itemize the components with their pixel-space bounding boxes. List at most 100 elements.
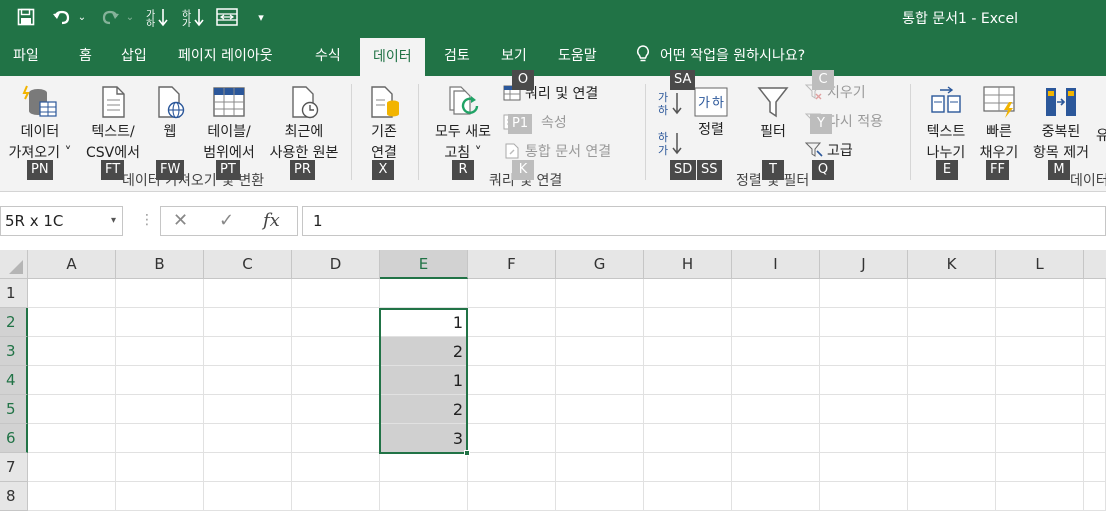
sort-ascending-icon[interactable]: 가하 bbox=[144, 4, 170, 30]
cell[interactable] bbox=[292, 424, 380, 453]
cell[interactable] bbox=[1084, 337, 1106, 366]
cell[interactable] bbox=[732, 453, 820, 482]
tab-insert[interactable]: 삽입 bbox=[121, 36, 147, 76]
cell[interactable] bbox=[556, 424, 644, 453]
cell[interactable] bbox=[820, 279, 908, 308]
cell[interactable] bbox=[204, 308, 292, 337]
cell[interactable] bbox=[468, 424, 556, 453]
cell[interactable] bbox=[644, 337, 732, 366]
sort-z-to-a-button[interactable]: 하가 bbox=[656, 130, 684, 163]
cell[interactable] bbox=[732, 308, 820, 337]
formula-bar-grip[interactable]: ⋮ bbox=[140, 212, 154, 228]
cell[interactable]: 2 bbox=[380, 337, 468, 366]
formula-input[interactable]: 1 bbox=[302, 206, 1106, 236]
cell[interactable] bbox=[644, 308, 732, 337]
tab-home[interactable]: 홈 bbox=[79, 36, 92, 76]
cell[interactable] bbox=[556, 308, 644, 337]
cell[interactable]: 1 bbox=[380, 308, 468, 337]
name-box-dropdown-icon[interactable]: ▾ bbox=[111, 207, 116, 235]
cell[interactable] bbox=[116, 279, 204, 308]
cell[interactable] bbox=[732, 337, 820, 366]
cell[interactable] bbox=[116, 453, 204, 482]
cell[interactable]: 1 bbox=[380, 366, 468, 395]
cell[interactable] bbox=[292, 279, 380, 308]
cell[interactable] bbox=[28, 337, 116, 366]
cell[interactable] bbox=[1084, 482, 1106, 511]
cell[interactable] bbox=[292, 308, 380, 337]
existing-connections-button[interactable]: 기존 연결 bbox=[358, 84, 410, 164]
cell[interactable] bbox=[908, 453, 996, 482]
cell[interactable] bbox=[116, 395, 204, 424]
cell[interactable] bbox=[1084, 366, 1106, 395]
qat-more-icon[interactable]: ▾ bbox=[254, 4, 268, 30]
cell[interactable] bbox=[1084, 308, 1106, 337]
cell[interactable] bbox=[732, 279, 820, 308]
cell[interactable]: 2 bbox=[380, 395, 468, 424]
cell[interactable] bbox=[556, 366, 644, 395]
select-all-corner[interactable] bbox=[0, 250, 28, 279]
refresh-all-button[interactable]: 모두 새로 고침 ˅ bbox=[426, 84, 500, 164]
cell[interactable] bbox=[380, 453, 468, 482]
cell[interactable] bbox=[820, 395, 908, 424]
row-header[interactable]: 1 bbox=[0, 279, 28, 308]
cell[interactable] bbox=[28, 279, 116, 308]
cell[interactable] bbox=[732, 424, 820, 453]
undo-dropdown-icon[interactable]: ⌄ bbox=[76, 4, 88, 30]
cell[interactable] bbox=[292, 366, 380, 395]
cell[interactable] bbox=[204, 395, 292, 424]
column-header-b[interactable]: B bbox=[116, 250, 204, 279]
from-web-button[interactable]: 웹 bbox=[150, 84, 190, 143]
advanced-filter-button[interactable]: 고급 bbox=[805, 139, 853, 161]
cell[interactable] bbox=[28, 482, 116, 511]
cell[interactable] bbox=[468, 308, 556, 337]
cell[interactable] bbox=[908, 308, 996, 337]
cell[interactable] bbox=[556, 453, 644, 482]
cell[interactable] bbox=[116, 337, 204, 366]
cell[interactable] bbox=[28, 424, 116, 453]
edit-links-button[interactable]: 통합 문서 연결 bbox=[503, 140, 611, 162]
cell[interactable] bbox=[996, 453, 1084, 482]
column-header-l[interactable]: L bbox=[996, 250, 1084, 279]
tab-page-layout[interactable]: 페이지 레이아웃 bbox=[178, 36, 273, 76]
cell[interactable] bbox=[1084, 395, 1106, 424]
cell[interactable] bbox=[28, 395, 116, 424]
cell[interactable] bbox=[292, 395, 380, 424]
insert-function-icon[interactable]: fx bbox=[263, 210, 280, 231]
redo-icon[interactable] bbox=[98, 4, 122, 30]
cell[interactable] bbox=[908, 424, 996, 453]
cell[interactable] bbox=[820, 424, 908, 453]
cell[interactable] bbox=[644, 453, 732, 482]
cell[interactable] bbox=[908, 337, 996, 366]
cell[interactable] bbox=[1084, 424, 1106, 453]
cell[interactable] bbox=[292, 482, 380, 511]
column-header-e[interactable]: E bbox=[380, 250, 468, 279]
cell[interactable] bbox=[468, 395, 556, 424]
cell[interactable] bbox=[908, 366, 996, 395]
column-header-h[interactable]: H bbox=[644, 250, 732, 279]
cell[interactable] bbox=[1084, 279, 1106, 308]
cell[interactable] bbox=[996, 395, 1084, 424]
cell[interactable] bbox=[468, 337, 556, 366]
cell[interactable] bbox=[908, 482, 996, 511]
row-header[interactable]: 4 bbox=[0, 366, 28, 395]
cell[interactable] bbox=[556, 482, 644, 511]
cell[interactable] bbox=[908, 395, 996, 424]
undo-icon[interactable] bbox=[50, 4, 74, 30]
cell[interactable] bbox=[28, 308, 116, 337]
row-header[interactable]: 3 bbox=[0, 337, 28, 366]
cell[interactable] bbox=[820, 366, 908, 395]
column-header-f[interactable]: F bbox=[468, 250, 556, 279]
cell[interactable] bbox=[468, 453, 556, 482]
cell[interactable] bbox=[996, 424, 1084, 453]
row-header[interactable]: 2 bbox=[0, 308, 28, 337]
cell[interactable] bbox=[468, 482, 556, 511]
cell[interactable] bbox=[556, 279, 644, 308]
sort-a-to-z-button[interactable]: 가하 bbox=[656, 90, 684, 123]
tab-file[interactable]: 파일 bbox=[13, 36, 39, 76]
cell[interactable] bbox=[996, 308, 1084, 337]
cell[interactable] bbox=[292, 453, 380, 482]
form-icon[interactable] bbox=[214, 4, 240, 30]
cell[interactable] bbox=[556, 395, 644, 424]
cell[interactable] bbox=[116, 482, 204, 511]
cancel-icon[interactable]: ✕ bbox=[173, 210, 188, 231]
